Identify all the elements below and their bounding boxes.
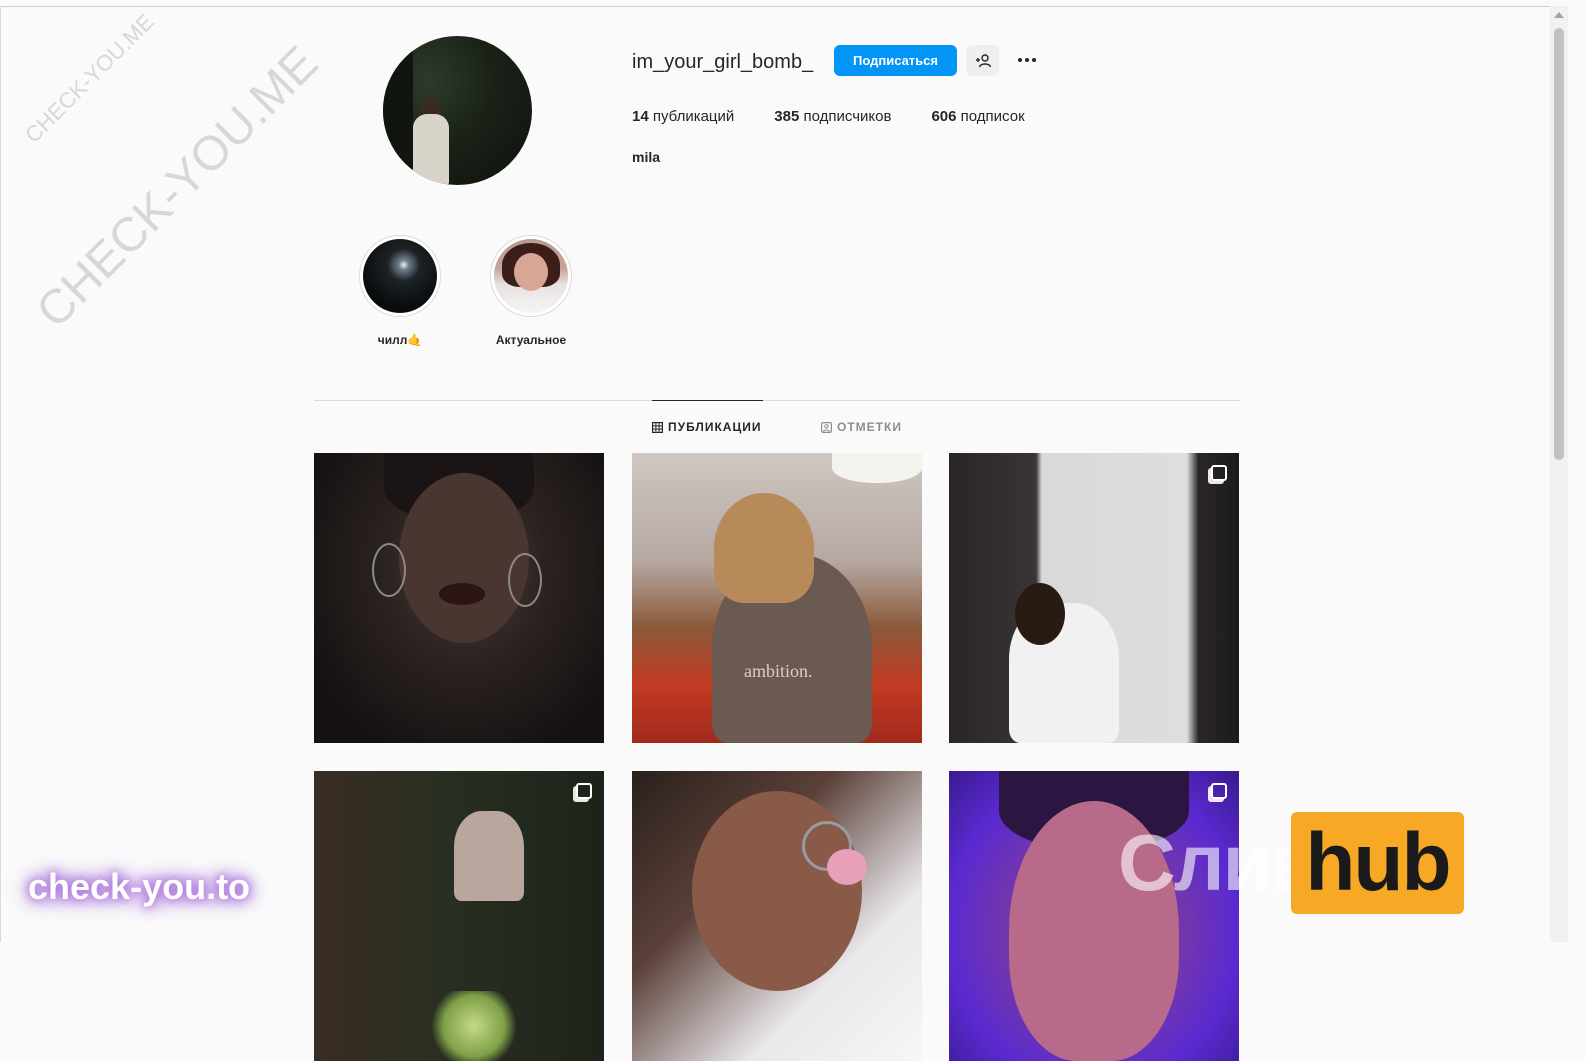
window-left-border	[0, 6, 1, 942]
more-dot-icon	[1025, 58, 1029, 62]
tab-posts[interactable]: ПУБЛИКАЦИИ	[652, 420, 761, 434]
highlight-item[interactable]: чилл🤙	[358, 235, 442, 347]
watermark-check-you: check-you.to	[28, 866, 251, 907]
posts-stat: 14 публикаций	[632, 108, 734, 125]
more-dot-icon	[1032, 58, 1036, 62]
profile-stats: 14 публикаций 385 подписчиков 606 подпис…	[632, 108, 1065, 125]
post-head-shape	[1015, 583, 1065, 645]
post-leaves-shape	[424, 991, 524, 1061]
watermark-diagonal-small: CHECK-YOU.ME	[20, 8, 159, 148]
watermark-sliv-hub: Слив hub	[1118, 812, 1464, 914]
post-thumbnail[interactable]	[314, 771, 604, 1061]
highlight-ring	[359, 235, 441, 317]
followers-count: 385	[774, 108, 800, 125]
active-tab-indicator	[652, 400, 763, 401]
profile-username: im_your_girl_bomb_	[632, 51, 814, 73]
tab-tagged-label: ОТМЕТКИ	[837, 420, 902, 434]
post-face-shape	[399, 473, 529, 643]
add-person-icon	[975, 53, 991, 67]
tab-tagged[interactable]: ОТМЕТКИ	[821, 420, 902, 434]
highlight-face-shape	[514, 253, 548, 291]
watermark-sliv-text: Слив	[1118, 818, 1319, 907]
post-lamp-shape	[832, 453, 922, 483]
post-thumbnail[interactable]	[949, 453, 1239, 743]
tab-posts-label: ПУБЛИКАЦИИ	[668, 420, 762, 434]
avatar-figure-shape	[413, 114, 449, 185]
post-glasses-lens-shape	[827, 849, 867, 885]
followers-label: подписчиков	[803, 108, 892, 125]
posts-count: 14	[632, 108, 649, 125]
post-thumbnail[interactable]: ambition.	[632, 453, 922, 743]
follow-button[interactable]: Подписаться	[834, 45, 957, 76]
highlight-item[interactable]: Актуальное	[489, 235, 573, 347]
profile-avatar[interactable]	[383, 36, 532, 185]
scrollbar-thumb[interactable]	[1554, 28, 1564, 460]
tabs-divider	[314, 400, 1240, 401]
post-thumbnail[interactable]	[632, 771, 922, 1061]
highlight-cover	[363, 239, 437, 313]
grid-icon	[652, 421, 663, 433]
multi-photo-icon	[1211, 783, 1227, 799]
post-lips-shape	[439, 583, 485, 605]
post-earring-shape	[372, 543, 406, 597]
posts-label: публикаций	[652, 108, 735, 125]
highlight-cover	[494, 239, 568, 313]
multi-photo-icon	[1211, 465, 1227, 481]
highlight-label: Актуальное	[495, 333, 567, 347]
post-body-shape	[454, 811, 524, 901]
avatar-tree-shape	[383, 36, 413, 185]
highlight-label: чилл🤙	[377, 333, 423, 347]
more-dot-icon	[1018, 58, 1022, 62]
post-face-shape	[692, 791, 862, 991]
followers-stat[interactable]: 385 подписчиков	[774, 108, 891, 125]
profile-full-name: mila	[632, 149, 661, 165]
post-thumbnail[interactable]	[314, 453, 604, 743]
following-label: подписок	[960, 108, 1025, 125]
post-earring-shape	[508, 553, 542, 607]
watermark-hub-box: hub	[1290, 812, 1464, 914]
highlight-ring	[490, 235, 572, 317]
scroll-up-icon[interactable]	[1554, 12, 1564, 18]
suggested-accounts-button[interactable]	[966, 45, 999, 76]
multi-photo-icon	[576, 783, 592, 799]
tagged-icon	[821, 421, 832, 433]
post-hair-shape	[714, 493, 814, 603]
post-shirt-text: ambition.	[744, 661, 813, 681]
following-count: 606	[931, 108, 957, 125]
watermark-hub-text: hub	[1305, 817, 1451, 908]
more-options-button[interactable]	[1012, 47, 1042, 73]
window-top-border	[0, 6, 1550, 7]
page-scrollbar[interactable]	[1550, 6, 1568, 942]
following-stat[interactable]: 606 подписок	[931, 108, 1024, 125]
